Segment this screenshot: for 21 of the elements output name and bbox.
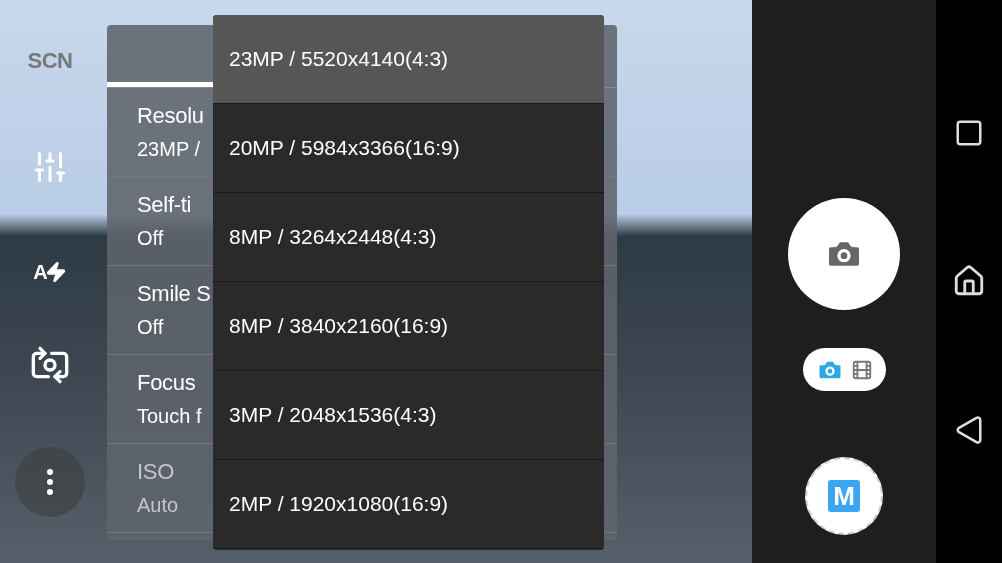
resolution-option[interactable]: 3MP / 2048x1536(4:3) — [213, 371, 604, 460]
resolution-option[interactable]: 8MP / 3264x2448(4:3) — [213, 193, 604, 282]
resolution-option[interactable]: 2MP / 1920x1080(16:9) — [213, 460, 604, 549]
setting-name[interactable]: Self-ti — [137, 190, 192, 219]
film-icon[interactable] — [851, 358, 873, 381]
setting-value: Off — [137, 315, 164, 341]
resolution-option[interactable]: 23MP / 5520x4140(4:3) — [213, 15, 604, 104]
resolution-option[interactable]: 8MP / 3840x2160(16:9) — [213, 282, 604, 371]
more-icon — [47, 469, 53, 495]
recents-icon[interactable] — [954, 118, 984, 149]
setting-value: Touch f — [137, 404, 202, 430]
auto-flash-button[interactable]: A — [33, 255, 67, 289]
resolution-option[interactable]: 20MP / 5984x3366(16:9) — [213, 104, 604, 193]
setting-name[interactable]: Focus — [137, 368, 196, 397]
setting-value: 23MP / — [137, 137, 200, 163]
mode-toggle[interactable] — [802, 348, 886, 391]
setting-name[interactable]: Resolu — [137, 101, 204, 130]
back-icon[interactable] — [954, 414, 984, 445]
setting-value: Auto — [137, 493, 179, 519]
setting-value: Off — [137, 226, 164, 252]
setting-name[interactable]: Smile S — [137, 279, 211, 308]
